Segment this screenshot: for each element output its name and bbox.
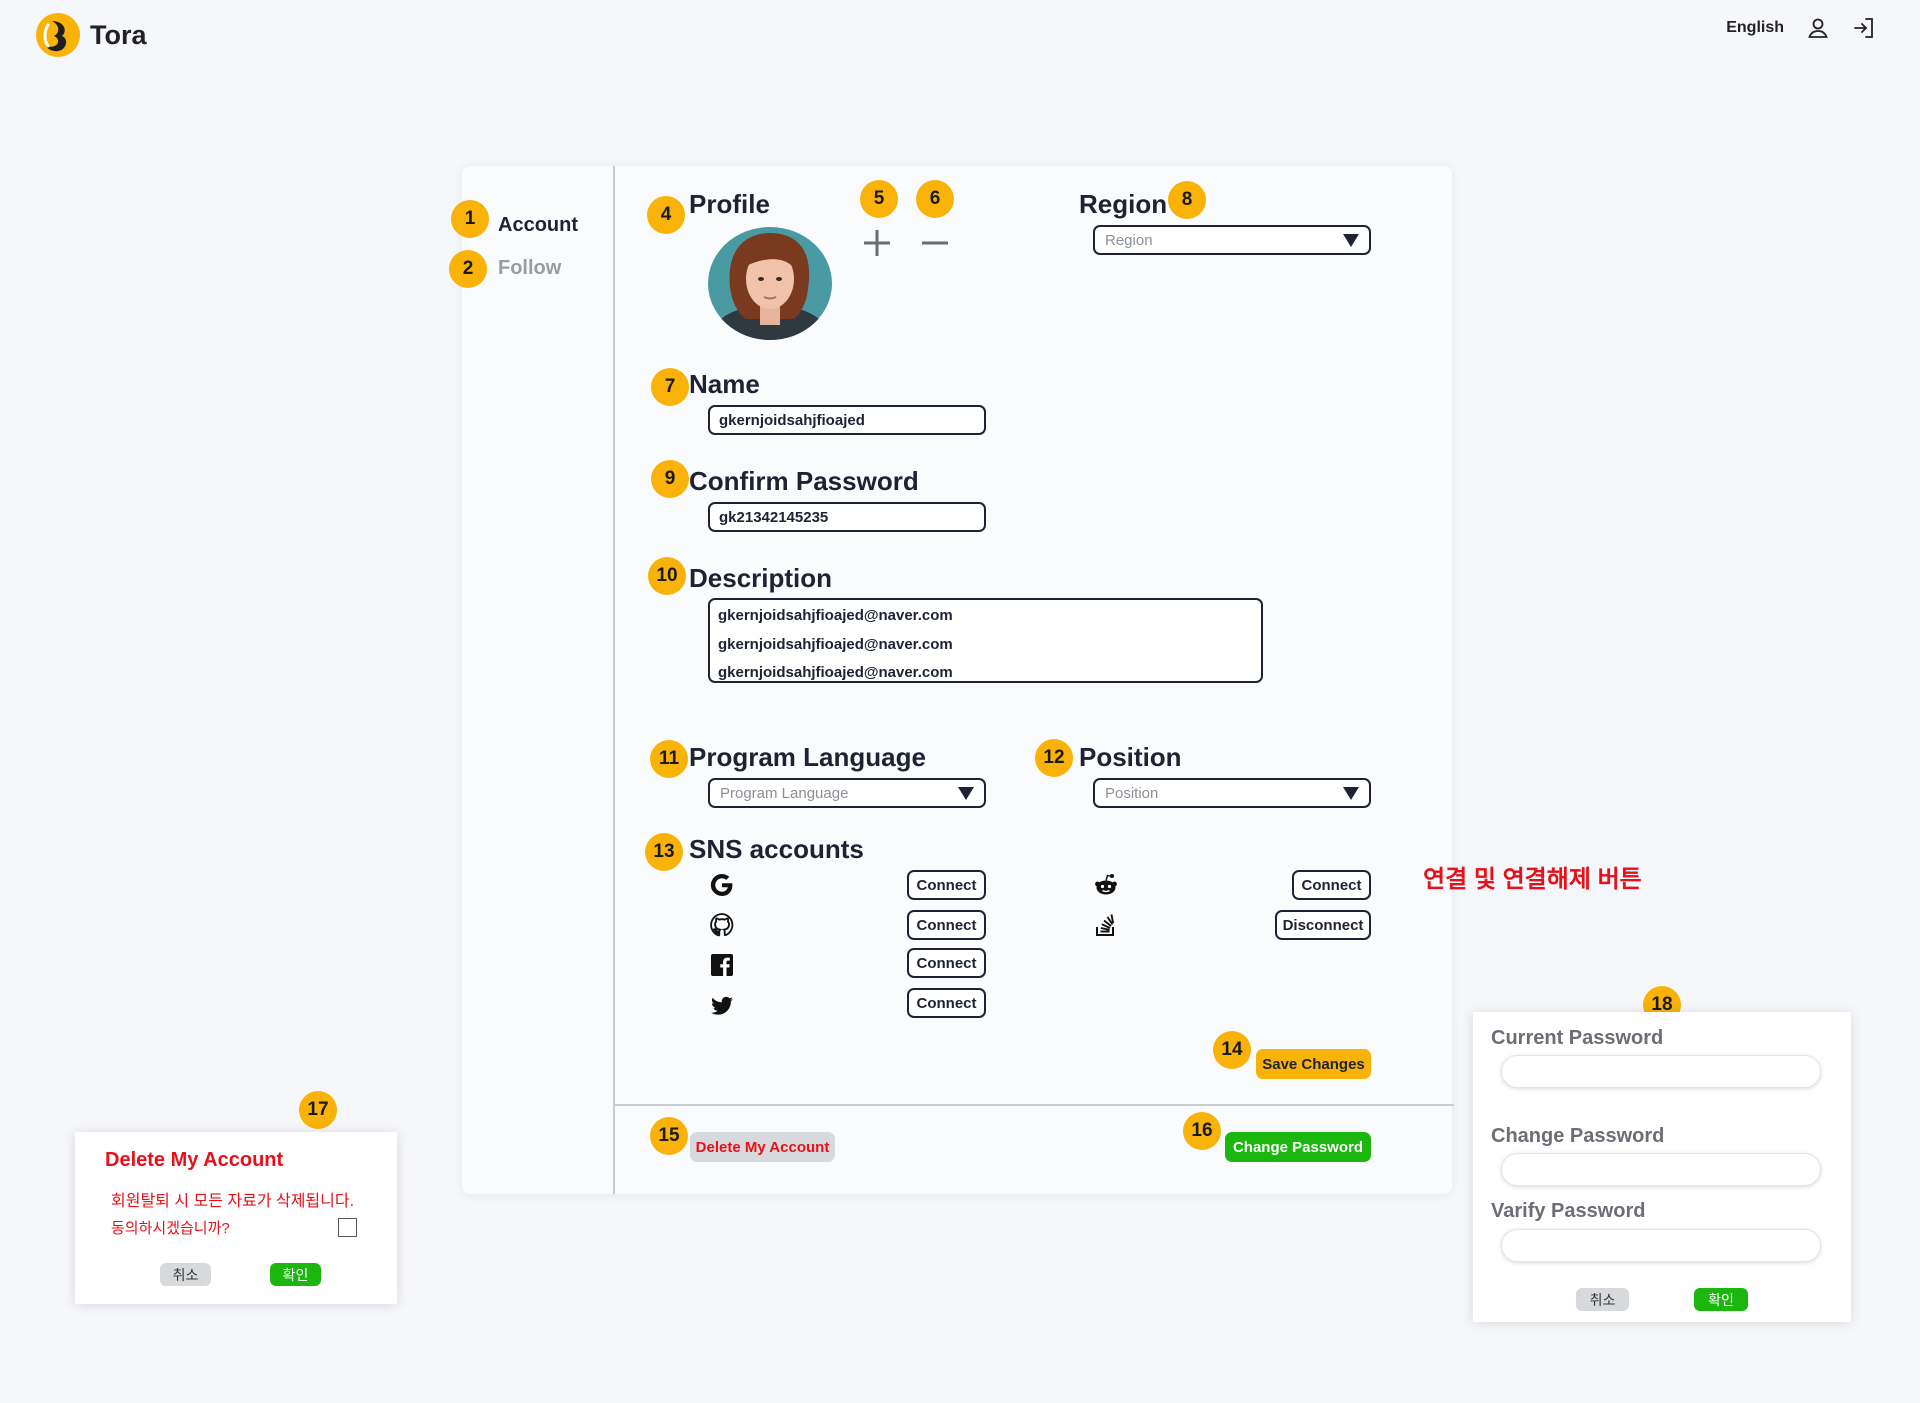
change-password-label: Change Password	[1491, 1125, 1665, 1147]
avatar-image	[708, 227, 832, 340]
reddit-connect-button[interactable]: Connect	[1292, 870, 1371, 900]
annotation-badge: 7	[651, 368, 689, 406]
brand-logo[interactable]: Tora	[34, 11, 147, 59]
program-language-select[interactable]: Program Language	[708, 778, 986, 808]
region-heading: Region	[1079, 189, 1168, 219]
program-language-select-value: Program Language	[720, 784, 849, 802]
annotation-badge: 13	[645, 833, 683, 871]
annotation-badge: 2	[449, 250, 487, 288]
remove-photo-button[interactable]	[920, 219, 950, 265]
twitter-icon	[711, 996, 733, 1015]
annotation-badge: 5	[860, 180, 898, 218]
sns-annotation-note: 연결 및 연결해제 버튼	[1423, 866, 1642, 893]
brand-name: Tora	[90, 19, 147, 50]
delete-account-button[interactable]: Delete My Account	[690, 1132, 835, 1162]
user-icon[interactable]	[1806, 16, 1830, 40]
annotation-badge: 16	[1183, 1112, 1221, 1150]
region-select[interactable]: Region	[1093, 225, 1371, 255]
annotation-badge: 15	[650, 1117, 688, 1155]
description-heading: Description	[689, 563, 833, 593]
twitter-connect-button[interactable]: Connect	[907, 988, 986, 1018]
annotation-badge: 8	[1168, 181, 1206, 219]
delete-dialog-warning: 회원탈퇴 시 모든 자료가 삭제됩니다.	[111, 1193, 355, 1210]
annotation-badge: 17	[299, 1091, 337, 1129]
region-select-value: Region	[1105, 231, 1153, 249]
new-password-input[interactable]	[1501, 1153, 1821, 1186]
github-icon	[710, 913, 734, 937]
annotation-badge: 4	[647, 196, 685, 234]
delete-dialog-cancel-button[interactable]: 취소	[160, 1263, 211, 1286]
google-connect-button[interactable]: Connect	[907, 870, 986, 900]
verify-password-input[interactable]	[1501, 1229, 1821, 1262]
chevron-down-icon	[1343, 233, 1359, 247]
annotation-badge: 1	[451, 200, 489, 238]
change-password-button[interactable]: Change Password	[1225, 1132, 1371, 1162]
github-connect-button[interactable]: Connect	[907, 910, 986, 940]
add-photo-button[interactable]	[862, 219, 892, 265]
description-textarea[interactable]: gkernjoidsahjfioajed@naver.com gkernjoid…	[708, 598, 1263, 683]
tora-logo-icon	[36, 13, 80, 57]
annotation-badge: 9	[651, 460, 689, 498]
description-line: gkernjoidsahjfioajed@naver.com	[718, 664, 953, 681]
confirm-password-heading: Confirm Password	[689, 466, 919, 496]
stackoverflow-icon	[1096, 914, 1115, 936]
password-dialog-cancel-button[interactable]: 취소	[1576, 1288, 1629, 1311]
language-selector[interactable]: English	[1726, 19, 1784, 37]
delete-dialog-confirm-button[interactable]: 확인	[270, 1263, 321, 1286]
sidebar-divider	[613, 166, 615, 1194]
profile-heading: Profile	[689, 189, 770, 219]
description-line: gkernjoidsahjfioajed@naver.com	[718, 607, 953, 624]
save-changes-button[interactable]: Save Changes	[1256, 1049, 1371, 1079]
agree-checkbox[interactable]	[338, 1218, 357, 1237]
program-language-heading: Program Language	[689, 742, 926, 772]
annotation-badge: 14	[1213, 1031, 1251, 1069]
delete-dialog-title: Delete My Account	[105, 1149, 284, 1171]
position-select-value: Position	[1105, 784, 1159, 802]
sidebar-item-follow[interactable]: Follow	[498, 257, 561, 280]
password-dialog-confirm-button[interactable]: 확인	[1694, 1288, 1748, 1311]
delete-dialog-question: 동의하시겠습니까?	[111, 1220, 230, 1237]
reddit-icon	[1095, 874, 1117, 895]
annotation-badge: 12	[1035, 739, 1073, 777]
avatar[interactable]	[708, 227, 832, 340]
stackoverflow-disconnect-button[interactable]: Disconnect	[1275, 910, 1371, 940]
sns-heading: SNS accounts	[689, 834, 864, 864]
annotation-badge: 6	[916, 180, 954, 218]
annotation-badge: 10	[648, 557, 686, 595]
login-icon[interactable]	[1852, 16, 1876, 40]
name-heading: Name	[689, 369, 760, 399]
annotation-badge: 11	[650, 740, 688, 778]
facebook-connect-button[interactable]: Connect	[907, 948, 986, 978]
minus-icon	[922, 241, 948, 245]
footer-divider	[614, 1104, 1454, 1106]
chevron-down-icon	[1343, 786, 1359, 800]
name-field[interactable]: gkernjoidsahjfioajed	[708, 405, 986, 435]
facebook-icon	[711, 954, 733, 976]
verify-password-label: Varify Password	[1491, 1200, 1646, 1222]
description-line: gkernjoidsahjfioajed@naver.com	[718, 635, 953, 653]
sidebar-item-account[interactable]: Account	[498, 214, 578, 237]
current-password-input[interactable]	[1501, 1055, 1821, 1088]
position-heading: Position	[1079, 742, 1182, 772]
plus-icon	[864, 230, 890, 256]
position-select[interactable]: Position	[1093, 778, 1371, 808]
google-icon	[710, 874, 733, 897]
chevron-down-icon	[958, 786, 974, 800]
header-actions: English	[1726, 16, 1876, 40]
confirm-password-field[interactable]: gk21342145235	[708, 502, 986, 532]
current-password-label: Current Password	[1491, 1027, 1664, 1049]
